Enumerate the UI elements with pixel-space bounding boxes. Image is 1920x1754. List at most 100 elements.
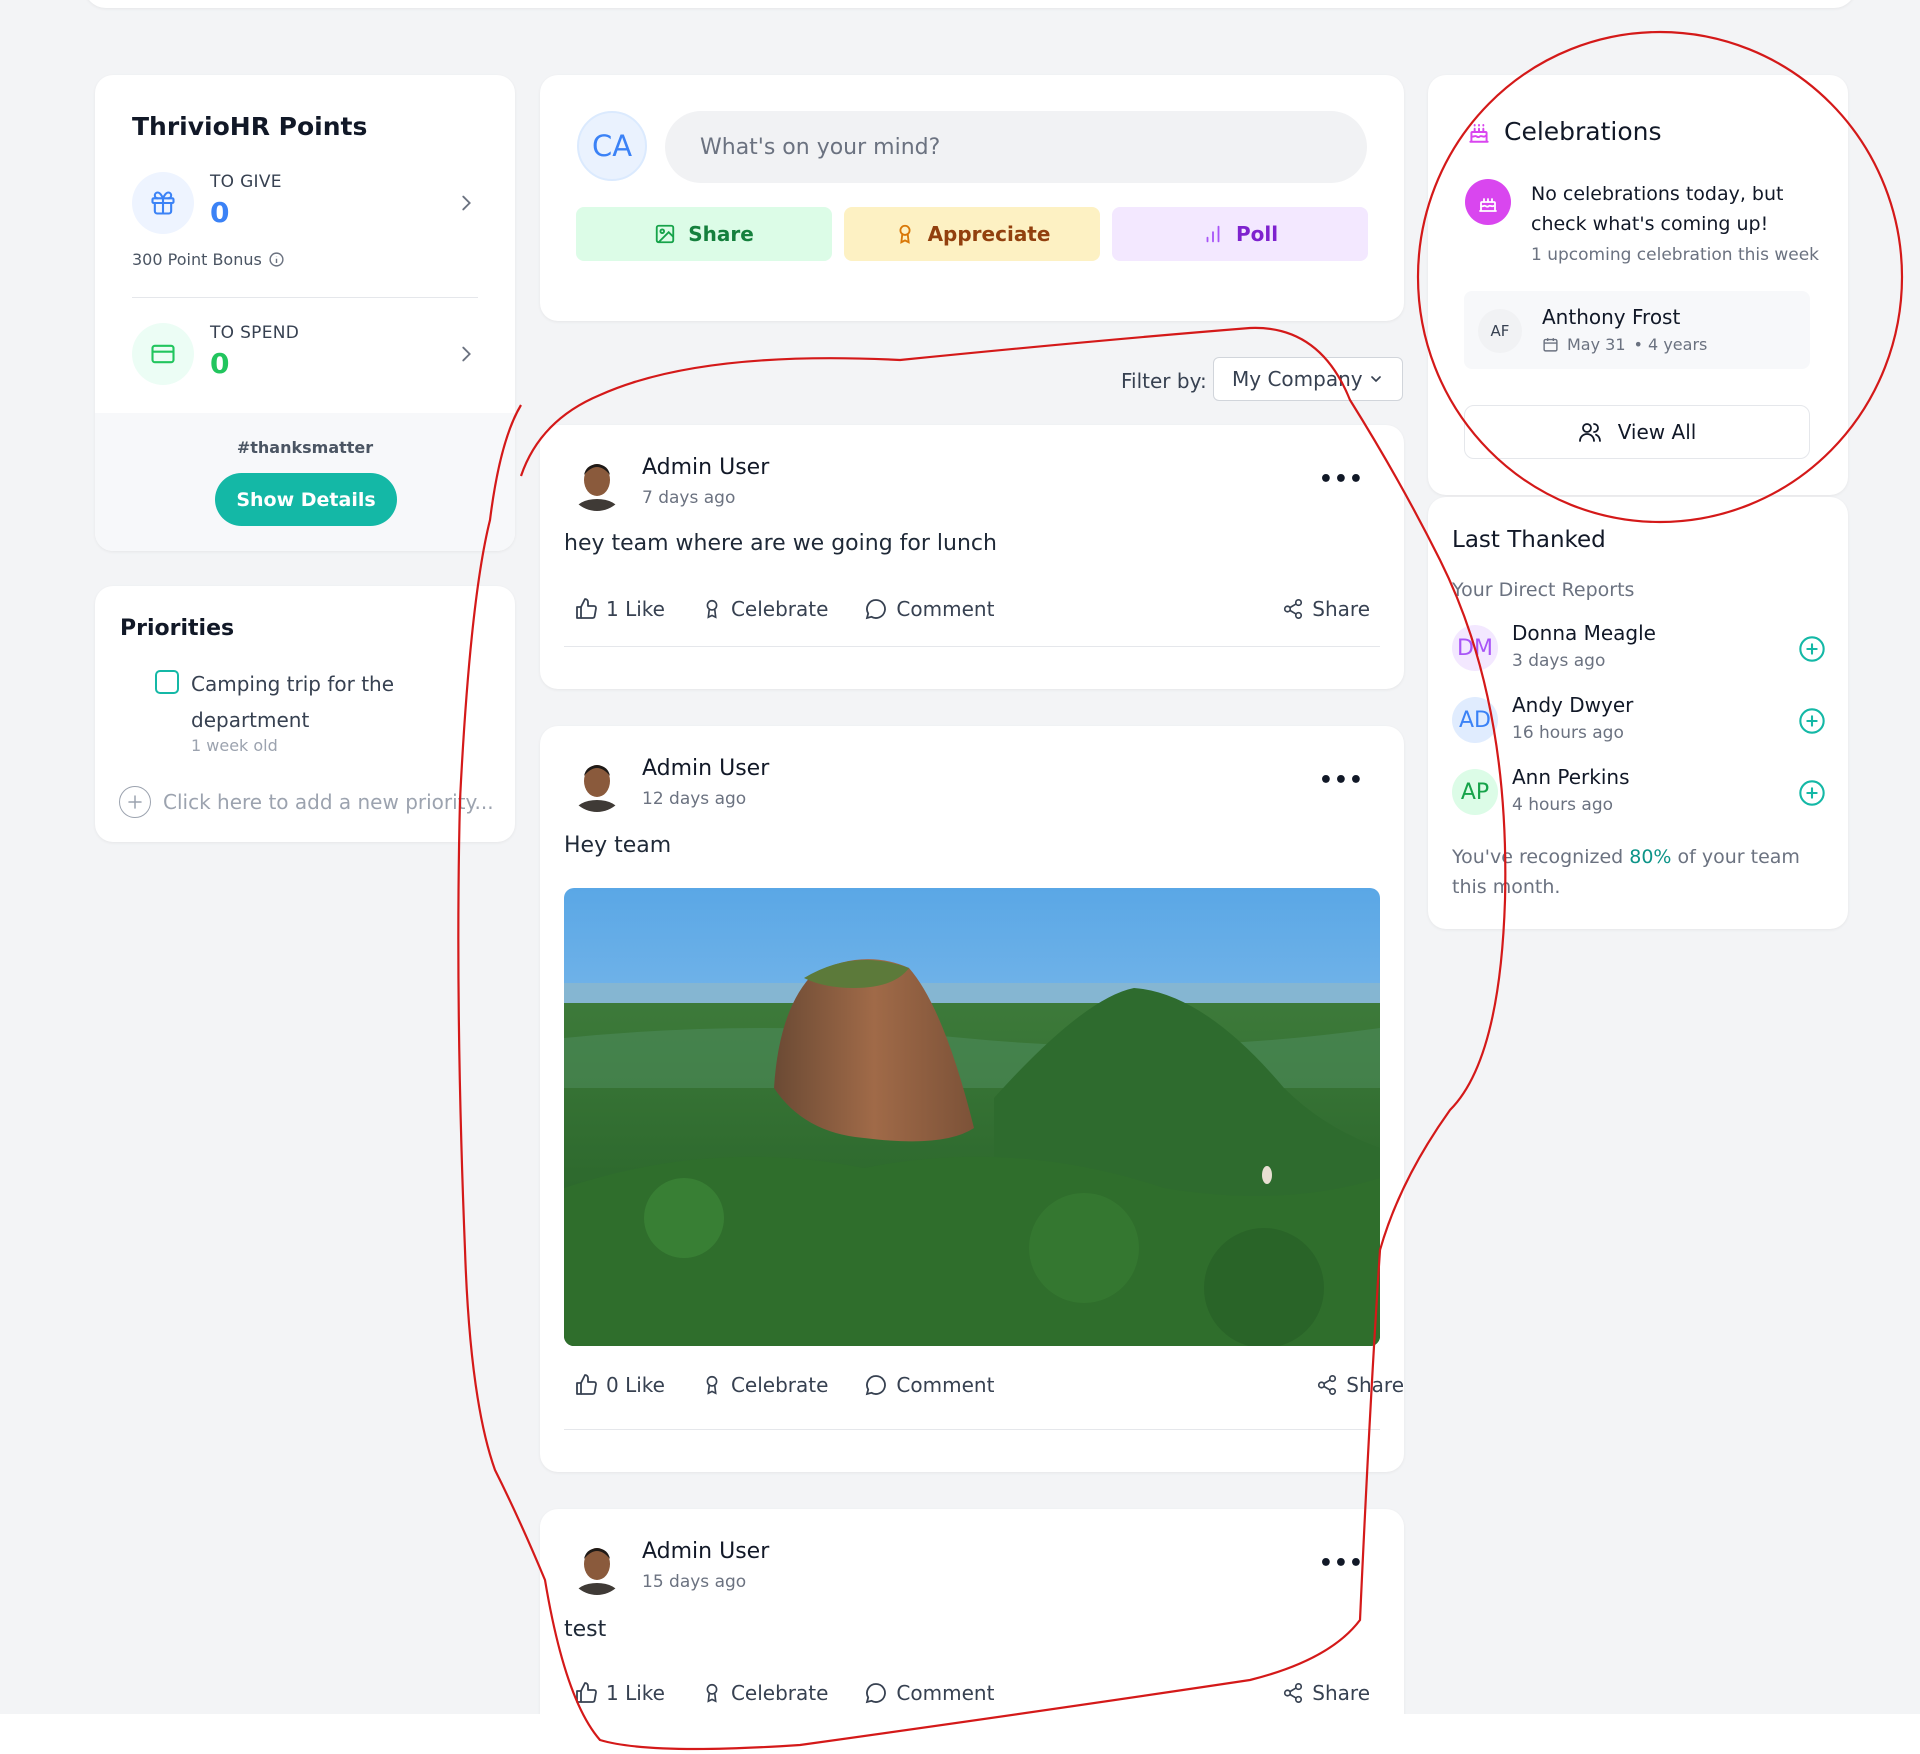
top-header-edge — [84, 0, 1856, 8]
last-thanked-subtitle: Your Direct Reports — [1452, 579, 1635, 601]
info-icon[interactable] — [268, 251, 285, 268]
share-icon — [1316, 1374, 1338, 1396]
recognition-summary: You've recognized 80% of your team this … — [1452, 842, 1832, 902]
post-text: hey team where are we going for lunch — [564, 531, 997, 556]
celebrate-button[interactable]: Celebrate — [701, 1373, 828, 1397]
comment-label: Comment — [896, 1681, 995, 1705]
avatar — [568, 453, 626, 511]
poll-button[interactable]: Poll — [1112, 207, 1368, 261]
points-card: ThrivioHR Points TO GIVE 0 300 Point Bon… — [95, 75, 515, 551]
more-options-icon[interactable]: ••• — [1319, 467, 1364, 492]
priority-checkbox[interactable] — [155, 670, 179, 694]
comment-button[interactable]: Comment — [864, 597, 994, 621]
plus-circle-icon[interactable] — [1798, 707, 1826, 735]
hashtag: #thanksmatter — [236, 438, 374, 457]
person-name: Andy Dwyer — [1512, 693, 1634, 717]
share-icon — [1282, 598, 1304, 620]
celebration-date: May 31 • 4 years — [1542, 335, 1707, 354]
share-post-button[interactable]: Share — [1282, 1681, 1370, 1705]
like-button[interactable]: 1 Like — [574, 1681, 665, 1705]
divider — [132, 297, 478, 298]
post-author[interactable]: Admin User — [642, 1539, 769, 1564]
celebrate-label: Celebrate — [730, 597, 829, 621]
celebrate-button[interactable]: Celebrate — [701, 597, 828, 621]
post-input[interactable] — [665, 111, 1367, 183]
post-text: Hey team — [564, 833, 672, 858]
thanked-time: 3 days ago — [1512, 651, 1606, 671]
share-button[interactable]: Share — [576, 207, 832, 261]
comment-icon — [864, 1681, 888, 1705]
to-give-label: TO GIVE — [210, 172, 282, 192]
points-footer: #thanksmatter Show Details — [95, 413, 515, 551]
thumbs-up-icon — [574, 1681, 598, 1705]
post-author[interactable]: Admin User — [642, 756, 769, 781]
celebrate-label: Celebrate — [730, 1373, 829, 1397]
like-count: 1 Like — [606, 597, 665, 621]
more-options-icon[interactable]: ••• — [1319, 1551, 1364, 1576]
comment-button[interactable]: Comment — [864, 1681, 994, 1705]
share-label: Share — [1312, 1681, 1370, 1705]
credit-card-icon — [132, 323, 194, 385]
points-title: ThrivioHR Points — [132, 112, 368, 141]
comment-label: Comment — [896, 1373, 995, 1397]
award-icon — [701, 598, 723, 620]
celebration-person-name: Anthony Frost — [1542, 305, 1681, 329]
filter-dropdown[interactable]: My Company — [1213, 357, 1403, 401]
chevron-right-icon[interactable] — [455, 343, 477, 365]
priority-age: 1 week old — [191, 736, 278, 755]
show-details-button[interactable]: Show Details — [215, 473, 397, 526]
post-image[interactable] — [564, 888, 1380, 1346]
share-icon — [1282, 1682, 1304, 1704]
last-thanked-title: Last Thanked — [1452, 527, 1606, 553]
celebrations-title: Celebrations — [1466, 117, 1662, 146]
gift-icon — [132, 172, 194, 234]
post-text: test — [564, 1617, 607, 1642]
like-count: 1 Like — [606, 1681, 665, 1705]
celebrations-card: Celebrations No celebrations today, but … — [1428, 75, 1848, 495]
chevron-right-icon[interactable] — [455, 192, 477, 214]
thumbs-up-icon — [574, 1373, 598, 1397]
post-card: Admin User 7 days ago ••• hey team where… — [540, 425, 1404, 689]
celebrations-message: No celebrations today, but check what's … — [1531, 183, 1784, 235]
celebrate-button[interactable]: Celebrate — [701, 1681, 828, 1705]
more-options-icon[interactable]: ••• — [1319, 768, 1364, 793]
last-thanked-card: Last Thanked Your Direct Reports DM Donn… — [1428, 497, 1848, 929]
avatar: CA — [577, 111, 647, 181]
post-author[interactable]: Admin User — [642, 455, 769, 480]
plus-icon — [119, 786, 151, 818]
like-button[interactable]: 0 Like — [574, 1373, 665, 1397]
to-spend-row[interactable]: TO SPEND 0 — [132, 323, 477, 403]
avatar — [568, 1537, 626, 1595]
plus-circle-icon[interactable] — [1798, 779, 1826, 807]
post-time: 15 days ago — [642, 1572, 747, 1592]
add-priority-placeholder: Click here to add a new priority... — [163, 790, 494, 814]
cake-icon — [1465, 179, 1511, 225]
divider — [564, 1429, 1380, 1430]
share-post-button[interactable]: Share — [1316, 1373, 1404, 1397]
avatar: AP — [1452, 769, 1498, 815]
award-icon — [894, 223, 916, 245]
comment-icon — [864, 597, 888, 621]
image-icon — [654, 223, 676, 245]
priority-text: Camping trip for the department — [191, 672, 395, 732]
post-actions: 1 Like Celebrate Comment Share — [574, 1676, 1370, 1710]
appreciate-button[interactable]: Appreciate — [844, 207, 1100, 261]
comment-button[interactable]: Comment — [864, 1373, 994, 1397]
upcoming-celebration[interactable]: AF Anthony Frost May 31 • 4 years — [1464, 291, 1810, 369]
summary-pre: You've recognized — [1452, 846, 1630, 868]
comment-label: Comment — [896, 597, 995, 621]
share-post-button[interactable]: Share — [1282, 597, 1370, 621]
add-priority-button[interactable]: Click here to add a new priority... — [119, 786, 494, 818]
share-label: Share — [1312, 597, 1370, 621]
celebrate-label: Celebrate — [730, 1681, 829, 1705]
plus-circle-icon[interactable] — [1798, 635, 1826, 663]
bonus-text: 300 Point Bonus — [132, 250, 262, 269]
thanked-time: 16 hours ago — [1512, 723, 1624, 743]
view-all-button[interactable]: View All — [1464, 405, 1810, 459]
like-button[interactable]: 1 Like — [574, 597, 665, 621]
to-give-row[interactable]: TO GIVE 0 — [132, 172, 477, 252]
view-all-label: View All — [1617, 420, 1697, 444]
bottom-strip — [0, 1714, 1920, 1754]
post-composer: CA Share Appreciate Poll — [540, 75, 1404, 321]
post-card: Admin User 12 days ago ••• Hey team — [540, 726, 1404, 1472]
